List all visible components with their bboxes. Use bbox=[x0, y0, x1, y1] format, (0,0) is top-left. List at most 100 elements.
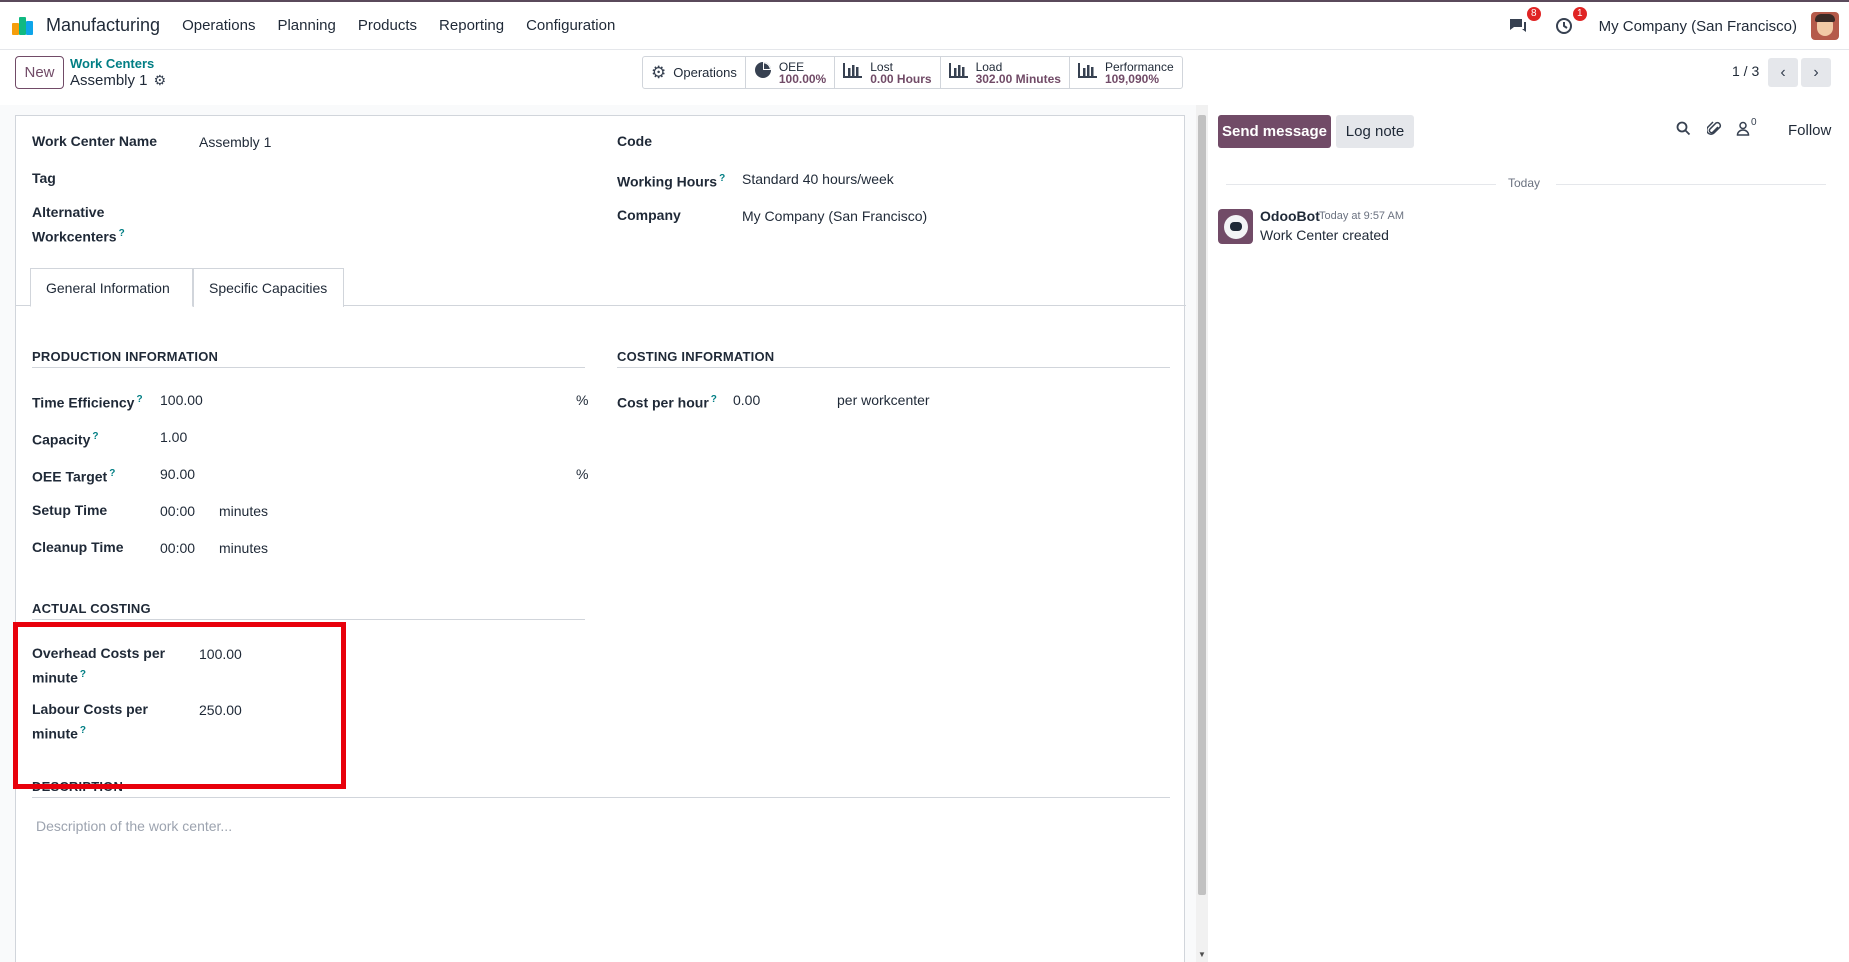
time-efficiency-field[interactable]: 100.00 bbox=[160, 390, 203, 411]
bar-chart-icon bbox=[948, 62, 969, 83]
menu-products[interactable]: Products bbox=[358, 17, 417, 34]
cleanup-time-label: Cleanup Time bbox=[32, 539, 124, 555]
pager-next-button[interactable]: › bbox=[1801, 58, 1831, 87]
performance-label: Performance bbox=[1104, 59, 1174, 74]
gear-icon: ⚙ bbox=[651, 62, 667, 82]
message-timestamp: Today at 9:57 AM bbox=[1319, 210, 1404, 222]
app-title[interactable]: Manufacturing bbox=[46, 15, 160, 36]
company-switcher[interactable]: My Company (San Francisco) bbox=[1599, 18, 1797, 35]
message-author[interactable]: OdooBot bbox=[1260, 208, 1320, 224]
description-field[interactable]: Description of the work center... bbox=[36, 818, 232, 834]
scrollbar-thumb[interactable] bbox=[1198, 115, 1206, 895]
followers-count: 0 bbox=[1751, 117, 1757, 128]
followers-button[interactable]: 0 bbox=[1736, 117, 1757, 136]
menu-planning[interactable]: Planning bbox=[277, 17, 335, 34]
breadcrumb-work-centers[interactable]: Work Centers bbox=[70, 56, 154, 71]
divider bbox=[1556, 184, 1826, 185]
help-icon[interactable]: ? bbox=[719, 173, 725, 184]
activities-clock-icon[interactable]: 1 bbox=[1553, 7, 1587, 37]
per-workcenter-unit: per workcenter bbox=[837, 392, 930, 408]
cost-per-hour-label: Cost per hour? bbox=[617, 394, 717, 411]
pager-value[interactable]: 1 / 3 bbox=[1732, 63, 1759, 79]
manufacturing-app-icon[interactable] bbox=[12, 15, 38, 37]
work-center-name-field[interactable]: Assembly 1 bbox=[199, 132, 271, 153]
search-icon[interactable] bbox=[1676, 121, 1691, 140]
follow-button[interactable]: Follow bbox=[1788, 122, 1831, 139]
send-message-button[interactable]: Send message bbox=[1218, 115, 1331, 148]
load-label: Load bbox=[975, 59, 1003, 74]
messages-badge: 8 bbox=[1527, 7, 1541, 21]
log-note-button[interactable]: Log note bbox=[1336, 115, 1414, 148]
bar-chart-icon bbox=[1077, 62, 1098, 83]
menu-configuration[interactable]: Configuration bbox=[526, 17, 615, 34]
help-icon[interactable]: ? bbox=[711, 394, 717, 405]
capacity-label: Capacity? bbox=[32, 431, 99, 448]
help-icon[interactable]: ? bbox=[136, 394, 142, 405]
tab-specific-capacities[interactable]: Specific Capacities bbox=[193, 268, 344, 307]
chevron-right-icon: › bbox=[1813, 63, 1819, 81]
scroll-down-icon[interactable]: ▼ bbox=[1198, 950, 1206, 959]
lost-value: 0.00 Hours bbox=[870, 71, 932, 86]
time-efficiency-label: Time Efficiency? bbox=[32, 394, 143, 411]
company-field[interactable]: My Company (San Francisco) bbox=[742, 206, 927, 227]
setup-time-field[interactable]: 00:00 bbox=[160, 501, 195, 522]
percent-unit: % bbox=[576, 466, 589, 482]
divider bbox=[617, 367, 1170, 368]
oee-target-field[interactable]: 90.00 bbox=[160, 464, 195, 485]
divider bbox=[32, 619, 585, 620]
working-hours-field[interactable]: Standard 40 hours/week bbox=[742, 169, 894, 190]
production-information-title: Production Information bbox=[32, 349, 219, 364]
help-icon[interactable]: ? bbox=[109, 468, 115, 479]
load-smart-button[interactable]: Load 302.00 Minutes bbox=[941, 57, 1070, 88]
performance-value: 109,090% bbox=[1104, 71, 1159, 86]
messages-icon[interactable]: 8 bbox=[1507, 7, 1541, 37]
date-separator: Today bbox=[1508, 176, 1541, 190]
actual-costing-title: Actual Costing bbox=[32, 601, 151, 616]
user-avatar[interactable] bbox=[1811, 12, 1839, 40]
activities-badge: 1 bbox=[1573, 7, 1587, 21]
gear-icon[interactable]: ⚙ bbox=[154, 72, 167, 89]
form-sheet: Work Center Name Assembly 1 Tag Alternat… bbox=[15, 115, 1186, 962]
oee-target-label: OEE Target? bbox=[32, 468, 116, 485]
pie-chart-icon bbox=[754, 61, 772, 84]
divider bbox=[1226, 184, 1496, 185]
cost-per-hour-field[interactable]: 0.00 bbox=[733, 390, 760, 411]
bar-chart-icon bbox=[843, 62, 863, 83]
performance-smart-button[interactable]: Performance 109,090% bbox=[1070, 57, 1182, 88]
form-tabs: General Information Specific Capacities bbox=[16, 268, 1186, 307]
help-icon[interactable]: ? bbox=[119, 228, 125, 239]
chevron-left-icon: ‹ bbox=[1780, 63, 1786, 81]
record-name: Assembly 1 bbox=[70, 72, 148, 89]
cleanup-time-field[interactable]: 00:00 bbox=[160, 538, 195, 559]
paperclip-icon[interactable] bbox=[1706, 121, 1722, 141]
tag-label: Tag bbox=[32, 170, 56, 186]
odoobot-avatar[interactable] bbox=[1218, 209, 1253, 244]
code-label: Code bbox=[617, 133, 652, 149]
smart-buttons: ⚙ Operations OEE 100.00% Lost 0.00 Hours L… bbox=[642, 56, 1183, 89]
lost-smart-button[interactable]: Lost 0.00 Hours bbox=[835, 57, 941, 88]
lost-label: Lost bbox=[870, 59, 893, 74]
work-center-name-label: Work Center Name bbox=[32, 133, 158, 149]
menu-operations[interactable]: Operations bbox=[182, 17, 255, 34]
help-icon[interactable]: ? bbox=[92, 431, 98, 442]
divider bbox=[32, 797, 1170, 798]
load-value: 302.00 Minutes bbox=[975, 71, 1061, 86]
pager-previous-button[interactable]: ‹ bbox=[1768, 58, 1798, 87]
oee-label: OEE bbox=[778, 59, 805, 74]
capacity-field[interactable]: 1.00 bbox=[160, 427, 187, 448]
working-hours-label: Working Hours? bbox=[617, 173, 726, 190]
divider bbox=[32, 367, 585, 368]
oee-smart-button[interactable]: OEE 100.00% bbox=[746, 57, 836, 88]
operations-label: Operations bbox=[673, 65, 737, 80]
minutes-unit: minutes bbox=[219, 503, 269, 519]
costing-information-title: Costing Information bbox=[617, 349, 775, 364]
user-icon bbox=[1736, 121, 1750, 136]
highlight-box bbox=[13, 622, 346, 789]
menu-reporting[interactable]: Reporting bbox=[439, 17, 504, 34]
top-navbar: Manufacturing Operations Planning Produc… bbox=[0, 0, 1849, 50]
operations-smart-button[interactable]: ⚙ Operations bbox=[643, 57, 746, 88]
tab-general-information[interactable]: General Information bbox=[30, 268, 193, 307]
breadcrumb-current-record: Assembly 1 ⚙ bbox=[70, 72, 166, 89]
new-button[interactable]: New bbox=[15, 56, 64, 89]
minutes-unit: minutes bbox=[219, 540, 269, 556]
